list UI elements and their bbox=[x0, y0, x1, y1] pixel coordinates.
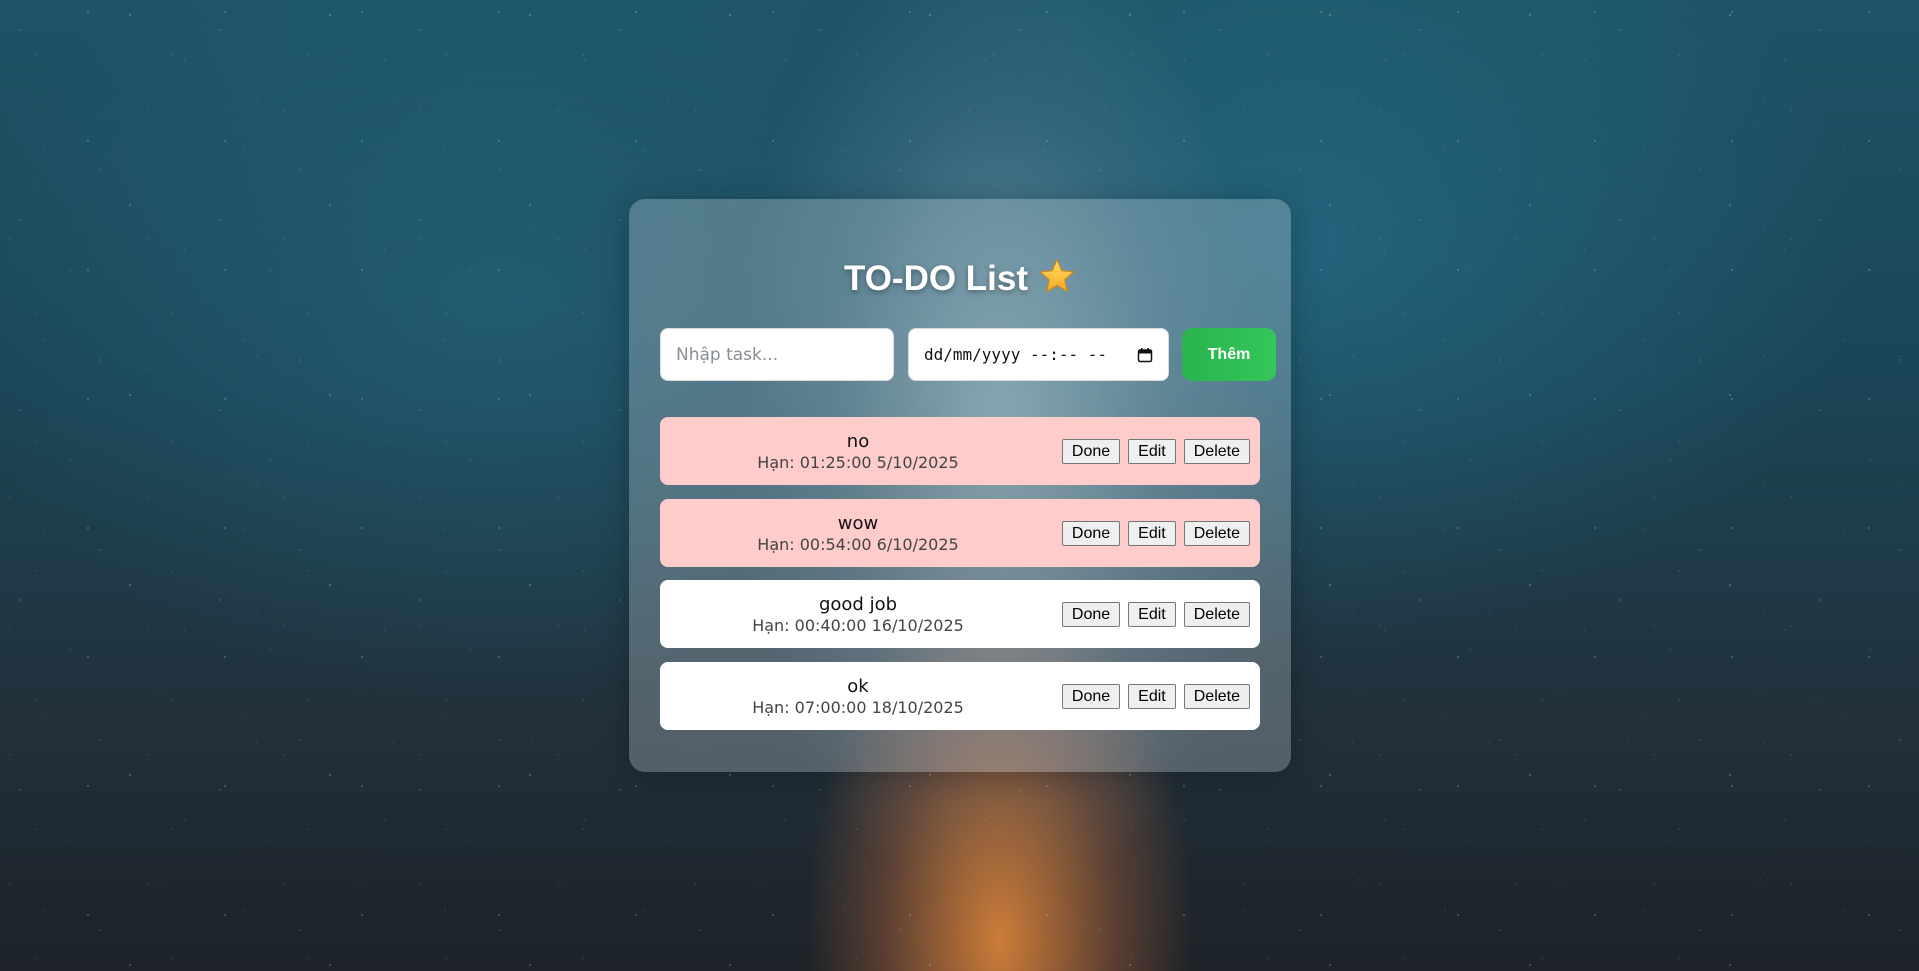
task-name: wow bbox=[837, 513, 879, 534]
task-due-date: Hạn: 00:40:00 16/10/2025 bbox=[752, 616, 964, 635]
task-name: good job bbox=[818, 594, 898, 615]
datetime-placeholder: dd/mm/yyyy --:-- -- bbox=[924, 345, 1108, 364]
task-due-date: Hạn: 01:25:00 5/10/2025 bbox=[757, 453, 959, 472]
delete-button[interactable]: Delete bbox=[1183, 684, 1250, 709]
todo-card: TO-DO List dd/mm/yyyy --:-- -- Thêm bbox=[629, 199, 1291, 772]
task-item: ok Hạn: 07:00:00 18/10/2025 Done Edit De… bbox=[660, 662, 1260, 730]
edit-button[interactable]: Edit bbox=[1128, 439, 1176, 464]
done-button[interactable]: Done bbox=[1061, 439, 1121, 464]
edit-button[interactable]: Edit bbox=[1128, 684, 1176, 709]
add-task-button[interactable]: Thêm bbox=[1182, 328, 1276, 381]
page-background: TO-DO List dd/mm/yyyy --:-- -- Thêm bbox=[0, 0, 1919, 971]
delete-button[interactable]: Delete bbox=[1183, 521, 1250, 546]
task-input[interactable] bbox=[660, 328, 894, 381]
task-list: no Hạn: 01:25:00 5/10/2025 Done Edit Del… bbox=[660, 417, 1260, 744]
edit-button[interactable]: Edit bbox=[1128, 602, 1176, 627]
page-title: TO-DO List bbox=[629, 257, 1291, 299]
task-item: no Hạn: 01:25:00 5/10/2025 Done Edit Del… bbox=[660, 417, 1260, 485]
task-item: good job Hạn: 00:40:00 16/10/2025 Done E… bbox=[660, 580, 1260, 648]
task-name: ok bbox=[847, 676, 869, 697]
task-item: wow Hạn: 00:54:00 6/10/2025 Done Edit De… bbox=[660, 499, 1260, 567]
task-text: wow Hạn: 00:54:00 6/10/2025 bbox=[660, 499, 1056, 555]
task-due-date: Hạn: 07:00:00 18/10/2025 bbox=[752, 698, 964, 717]
done-button[interactable]: Done bbox=[1061, 521, 1121, 546]
delete-button[interactable]: Delete bbox=[1183, 439, 1250, 464]
calendar-icon[interactable] bbox=[1137, 347, 1153, 363]
done-button[interactable]: Done bbox=[1061, 602, 1121, 627]
star-icon bbox=[1039, 259, 1075, 293]
deadline-datetime-input[interactable]: dd/mm/yyyy --:-- -- bbox=[908, 328, 1169, 381]
task-text: ok Hạn: 07:00:00 18/10/2025 bbox=[660, 662, 1056, 718]
task-actions: Done Edit Delete bbox=[1061, 521, 1250, 546]
done-button[interactable]: Done bbox=[1061, 684, 1121, 709]
task-name: no bbox=[846, 431, 870, 452]
task-actions: Done Edit Delete bbox=[1061, 684, 1250, 709]
task-actions: Done Edit Delete bbox=[1061, 602, 1250, 627]
page-title-text: TO-DO List bbox=[843, 259, 1029, 298]
delete-button[interactable]: Delete bbox=[1183, 602, 1250, 627]
task-due-date: Hạn: 00:54:00 6/10/2025 bbox=[757, 535, 959, 554]
task-text: good job Hạn: 00:40:00 16/10/2025 bbox=[660, 580, 1056, 636]
task-actions: Done Edit Delete bbox=[1061, 439, 1250, 464]
edit-button[interactable]: Edit bbox=[1128, 521, 1176, 546]
task-text: no Hạn: 01:25:00 5/10/2025 bbox=[660, 417, 1056, 473]
